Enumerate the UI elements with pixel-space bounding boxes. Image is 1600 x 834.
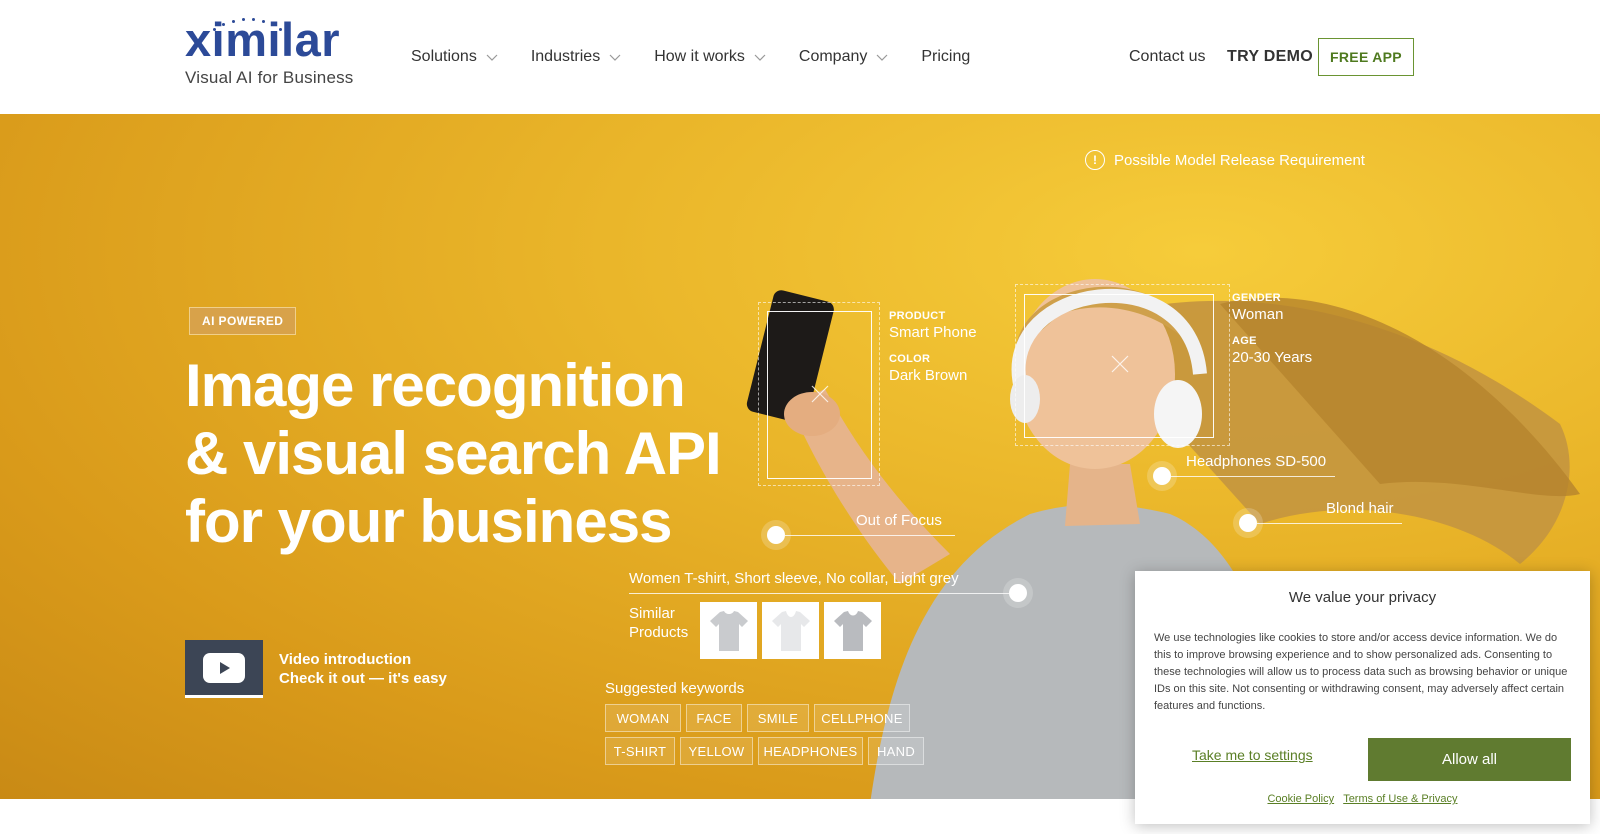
- keyword-tag[interactable]: WOMAN: [605, 704, 681, 732]
- similar-products-label: Similar Products: [629, 604, 688, 642]
- nav-industries[interactable]: Industries: [531, 48, 621, 66]
- video-title: Video introduction: [279, 651, 412, 668]
- try-demo-link[interactable]: TRY DEMO: [1227, 48, 1313, 66]
- out-of-focus-label: Out of Focus: [856, 512, 942, 529]
- gender-label: GENDER: [1232, 292, 1281, 304]
- nav-how-it-works[interactable]: How it works: [654, 48, 766, 66]
- color-value: Dark Brown: [889, 367, 968, 384]
- tshirt-icon: [833, 610, 872, 651]
- similar-product-thumb[interactable]: [700, 602, 757, 659]
- hero-title-line: for your business: [185, 488, 672, 555]
- hero-title: Image recognition & visual search API fo…: [185, 352, 745, 556]
- age-value: 20-30 Years: [1232, 349, 1313, 366]
- similar-product-thumb[interactable]: [824, 602, 881, 659]
- video-introduction-link[interactable]: Video introduction Check it out — it's e…: [185, 640, 447, 698]
- similar-product-thumb[interactable]: [762, 602, 819, 659]
- headphones-label: Headphones SD-500: [1186, 453, 1327, 470]
- crosshair-icon: [811, 385, 829, 403]
- blond-hair-label: Blond hair: [1326, 500, 1394, 517]
- similar-label-line: Similar: [629, 605, 675, 622]
- main-nav: Solutions Industries How it works Compan…: [411, 48, 1003, 66]
- tshirt-line: [629, 593, 1009, 594]
- exclamation-circle-icon: !: [1085, 150, 1105, 170]
- color-label: COLOR: [889, 353, 931, 365]
- contact-us-link[interactable]: Contact us: [1129, 48, 1205, 66]
- nav-label: Solutions: [411, 48, 477, 65]
- nav-label: Company: [798, 48, 868, 65]
- cookie-consent-modal: We value your privacy We use technologie…: [1135, 571, 1590, 824]
- headphones-marker[interactable]: [1153, 467, 1171, 485]
- blond-hair-line: [1257, 523, 1402, 524]
- tshirt-icon: [771, 610, 810, 651]
- logo-tagline: Visual AI for Business: [185, 68, 354, 87]
- free-app-button[interactable]: FREE APP: [1318, 38, 1414, 76]
- cookie-policy-link[interactable]: Cookie Policy: [1267, 793, 1334, 805]
- product-label: PRODUCT: [889, 310, 946, 322]
- hero-title-line: & visual search API: [185, 420, 722, 487]
- keyword-tag[interactable]: T-SHIRT: [605, 737, 675, 765]
- nav-label: How it works: [654, 48, 745, 65]
- logo-dots-icon: [211, 17, 283, 33]
- video-subtitle: Check it out — it's easy: [279, 670, 447, 687]
- tshirt-label: Women T-shirt, Short sleeve, No collar, …: [629, 570, 959, 587]
- nav-pricing[interactable]: Pricing: [921, 48, 970, 66]
- chevron-down-icon: [609, 51, 621, 63]
- keyword-tag[interactable]: YELLOW: [680, 737, 753, 765]
- nav-label: Industries: [530, 48, 601, 65]
- ai-powered-badge: AI POWERED: [189, 307, 297, 335]
- keyword-tag[interactable]: FACE: [686, 704, 742, 732]
- tshirt-icon: [709, 610, 748, 651]
- model-release-warning: ! Possible Model Release Requirement: [1085, 150, 1365, 170]
- cookie-settings-link[interactable]: Take me to settings: [1192, 747, 1313, 763]
- keyword-tag[interactable]: HEADPHONES: [758, 737, 863, 765]
- similar-label-line: Products: [629, 624, 689, 641]
- hero-title-line: Image recognition: [185, 352, 686, 419]
- allow-all-button[interactable]: Allow all: [1368, 738, 1571, 781]
- chevron-down-icon: [876, 51, 888, 63]
- chevron-down-icon: [486, 51, 498, 63]
- crosshair-icon: [1111, 355, 1129, 373]
- logo[interactable]: ximilar Visual AI for Business: [185, 16, 354, 88]
- blond-hair-marker[interactable]: [1239, 514, 1257, 532]
- out-of-focus-line: [785, 535, 955, 536]
- keyword-tag[interactable]: CELLPHONE: [814, 704, 910, 732]
- terms-privacy-link[interactable]: Terms of Use & Privacy: [1343, 793, 1457, 805]
- youtube-play-icon: [185, 640, 263, 698]
- out-of-focus-marker[interactable]: [767, 526, 785, 544]
- cookie-description: We use technologies like cookies to stor…: [1154, 632, 1568, 712]
- warning-text: Possible Model Release Requirement: [1114, 151, 1365, 169]
- nav-label: Pricing: [921, 48, 971, 65]
- keyword-tag[interactable]: SMILE: [747, 704, 809, 732]
- age-label: AGE: [1232, 335, 1257, 347]
- nav-solutions[interactable]: Solutions: [411, 48, 498, 66]
- chevron-down-icon: [754, 51, 766, 63]
- suggested-keywords-title: Suggested keywords: [605, 680, 745, 697]
- nav-company[interactable]: Company: [799, 48, 888, 66]
- site-header: ximilar Visual AI for Business Solutions…: [0, 0, 1600, 114]
- keyword-tag[interactable]: HAND: [868, 737, 924, 765]
- cookie-title: We value your privacy: [1288, 589, 1437, 606]
- product-value: Smart Phone: [889, 324, 977, 341]
- cookie-footer-links: Cookie Policy Terms of Use & Privacy: [1135, 793, 1590, 805]
- headphones-line: [1171, 476, 1335, 477]
- gender-value: Woman: [1232, 306, 1284, 323]
- video-text: Video introduction Check it out — it's e…: [279, 650, 447, 688]
- tshirt-marker[interactable]: [1009, 584, 1027, 602]
